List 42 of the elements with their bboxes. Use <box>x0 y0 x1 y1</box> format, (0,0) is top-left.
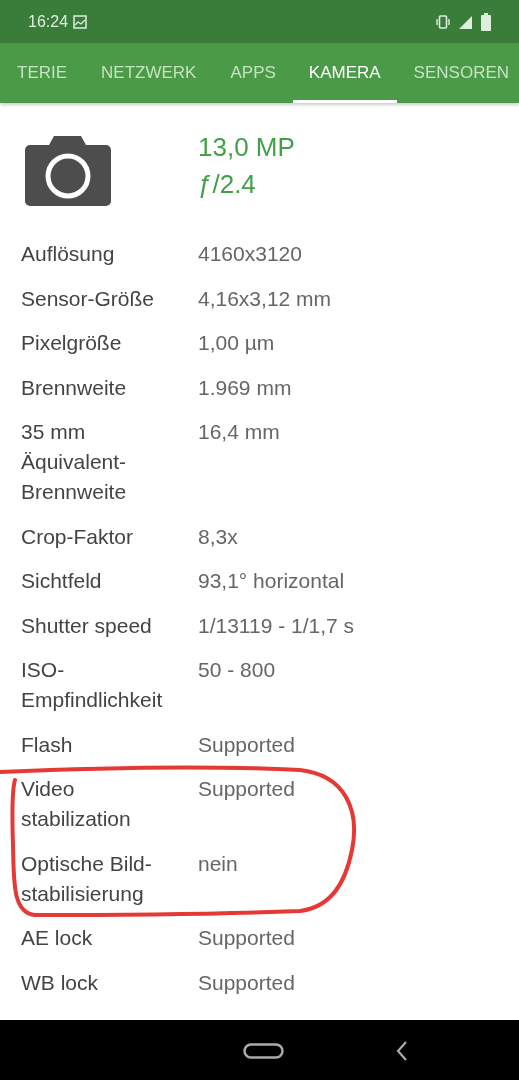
spec-value: 4160x3120 <box>198 241 302 268</box>
spec-label: Crop-Faktor <box>21 523 135 550</box>
spec-label: AE lock <box>21 925 94 952</box>
spec-label: Optische Bild-stabilisierung <box>21 850 153 907</box>
tab[interactable]: NETZWERK <box>84 43 214 103</box>
spec-label: WB lock <box>21 969 99 996</box>
back-button[interactable] <box>396 1041 408 1061</box>
spec-value: 50 - 800 <box>198 657 276 684</box>
status-time: 16:24 <box>28 12 69 31</box>
spec-value: Supported <box>198 776 295 803</box>
spec-value: Supported <box>198 969 295 996</box>
spec-value: Supported <box>198 925 295 952</box>
spec-value: 4,16x3,12 mm <box>198 285 332 312</box>
spec-value: 1,00 µm <box>198 330 275 357</box>
spec-label: Pixelgröße <box>21 330 123 357</box>
spec-label: Brennweite <box>21 374 128 401</box>
spec-label: ISO-Empfindlichkeit <box>21 657 164 714</box>
spec-value: 1/13119 - 1/1,7 s <box>198 612 355 639</box>
tab[interactable]: APPS <box>213 43 293 103</box>
battery-icon <box>481 12 491 31</box>
spec-value: 1.969 mm <box>198 374 292 401</box>
spec-label: Video stabilization <box>21 776 132 833</box>
vibrate-icon <box>435 14 451 29</box>
camera-icon <box>25 136 111 206</box>
spec-label: 35 mm Äquivalent-Brennweite <box>21 419 128 506</box>
spec-value: 93,1° horizontal <box>198 568 345 595</box>
spec-label: Sensor-Größe <box>21 285 156 312</box>
image-icon <box>73 14 88 29</box>
spec-label: Shutter speed <box>21 612 153 639</box>
spec-value: nein <box>198 850 238 877</box>
resolution-text: 13,0 MP <box>198 131 295 164</box>
tab[interactable]: SENSOREN <box>396 43 510 103</box>
home-button[interactable] <box>243 1043 284 1059</box>
tab[interactable]: KAMERA <box>292 43 397 103</box>
tab[interactable]: TERIE <box>0 43 85 103</box>
spec-label: Flash <box>21 731 74 758</box>
spec-label: Sichtfeld <box>21 568 103 595</box>
spec-label: Auflösung <box>21 241 116 268</box>
spec-value: Supported <box>198 731 295 758</box>
spec-value: 16,4 mm <box>198 419 280 446</box>
spec-value: 8,3x <box>198 523 238 550</box>
aperture-text: ƒ/2.4 <box>198 168 256 201</box>
